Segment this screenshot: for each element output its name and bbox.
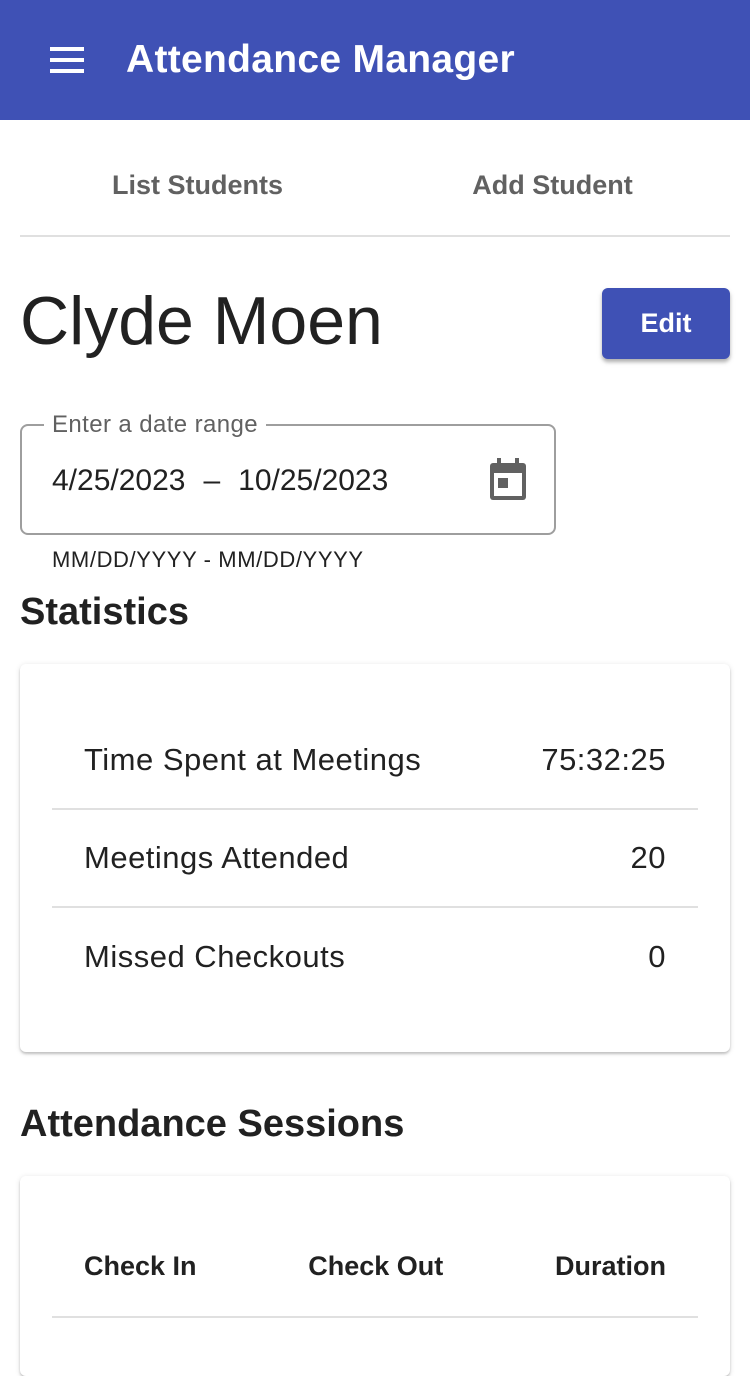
sessions-title: Attendance Sessions xyxy=(20,1103,405,1145)
column-header-check-in[interactable]: Check In xyxy=(84,1251,197,1282)
tab-add-student[interactable]: Add Student xyxy=(375,140,730,235)
end-date-input[interactable]: 10/25/2023 xyxy=(238,464,388,497)
calendar-icon xyxy=(490,458,526,500)
date-range-field[interactable]: Enter a date range 4/25/2023–10/25/2023 xyxy=(20,410,556,535)
statistics-title: Statistics xyxy=(20,591,189,633)
date-range-separator: – xyxy=(203,464,221,497)
date-range-values: 4/25/2023–10/25/2023 xyxy=(52,462,388,500)
menu-icon xyxy=(50,47,84,73)
stat-value: 75:32:25 xyxy=(541,742,666,777)
statistics-card: Time Spent at Meetings 75:32:25 Meetings… xyxy=(20,664,730,1052)
stat-label: Time Spent at Meetings xyxy=(84,742,422,777)
stat-value: 0 xyxy=(648,939,666,974)
tab-list-students[interactable]: List Students xyxy=(20,140,375,235)
app-title: Attendance Manager xyxy=(126,38,515,81)
stat-row-missed-checkouts: Missed Checkouts 0 xyxy=(52,908,698,1006)
app-toolbar: Attendance Manager xyxy=(0,0,750,120)
student-name: Clyde Moen xyxy=(20,283,383,359)
sessions-table-header: Check In Check Out Duration xyxy=(52,1216,698,1318)
column-header-duration[interactable]: Duration xyxy=(555,1251,666,1282)
stat-row-time-spent: Time Spent at Meetings 75:32:25 xyxy=(52,712,698,810)
column-header-check-out[interactable]: Check Out xyxy=(308,1251,443,1282)
sessions-card: Check In Check Out Duration xyxy=(20,1176,730,1376)
menu-button[interactable] xyxy=(36,36,100,84)
stat-value: 20 xyxy=(630,840,666,875)
stat-row-meetings-attended: Meetings Attended 20 xyxy=(52,810,698,908)
date-range-label: Enter a date range xyxy=(44,410,267,440)
edit-button[interactable]: Edit xyxy=(602,288,730,359)
date-range-hint: MM/DD/YYYY - MM/DD/YYYY xyxy=(52,547,364,572)
start-date-input[interactable]: 4/25/2023 xyxy=(52,464,185,497)
stat-label: Meetings Attended xyxy=(84,840,350,875)
nav-tabs: List Students Add Student xyxy=(20,140,730,237)
stat-label: Missed Checkouts xyxy=(84,939,346,974)
calendar-button[interactable] xyxy=(482,454,534,506)
